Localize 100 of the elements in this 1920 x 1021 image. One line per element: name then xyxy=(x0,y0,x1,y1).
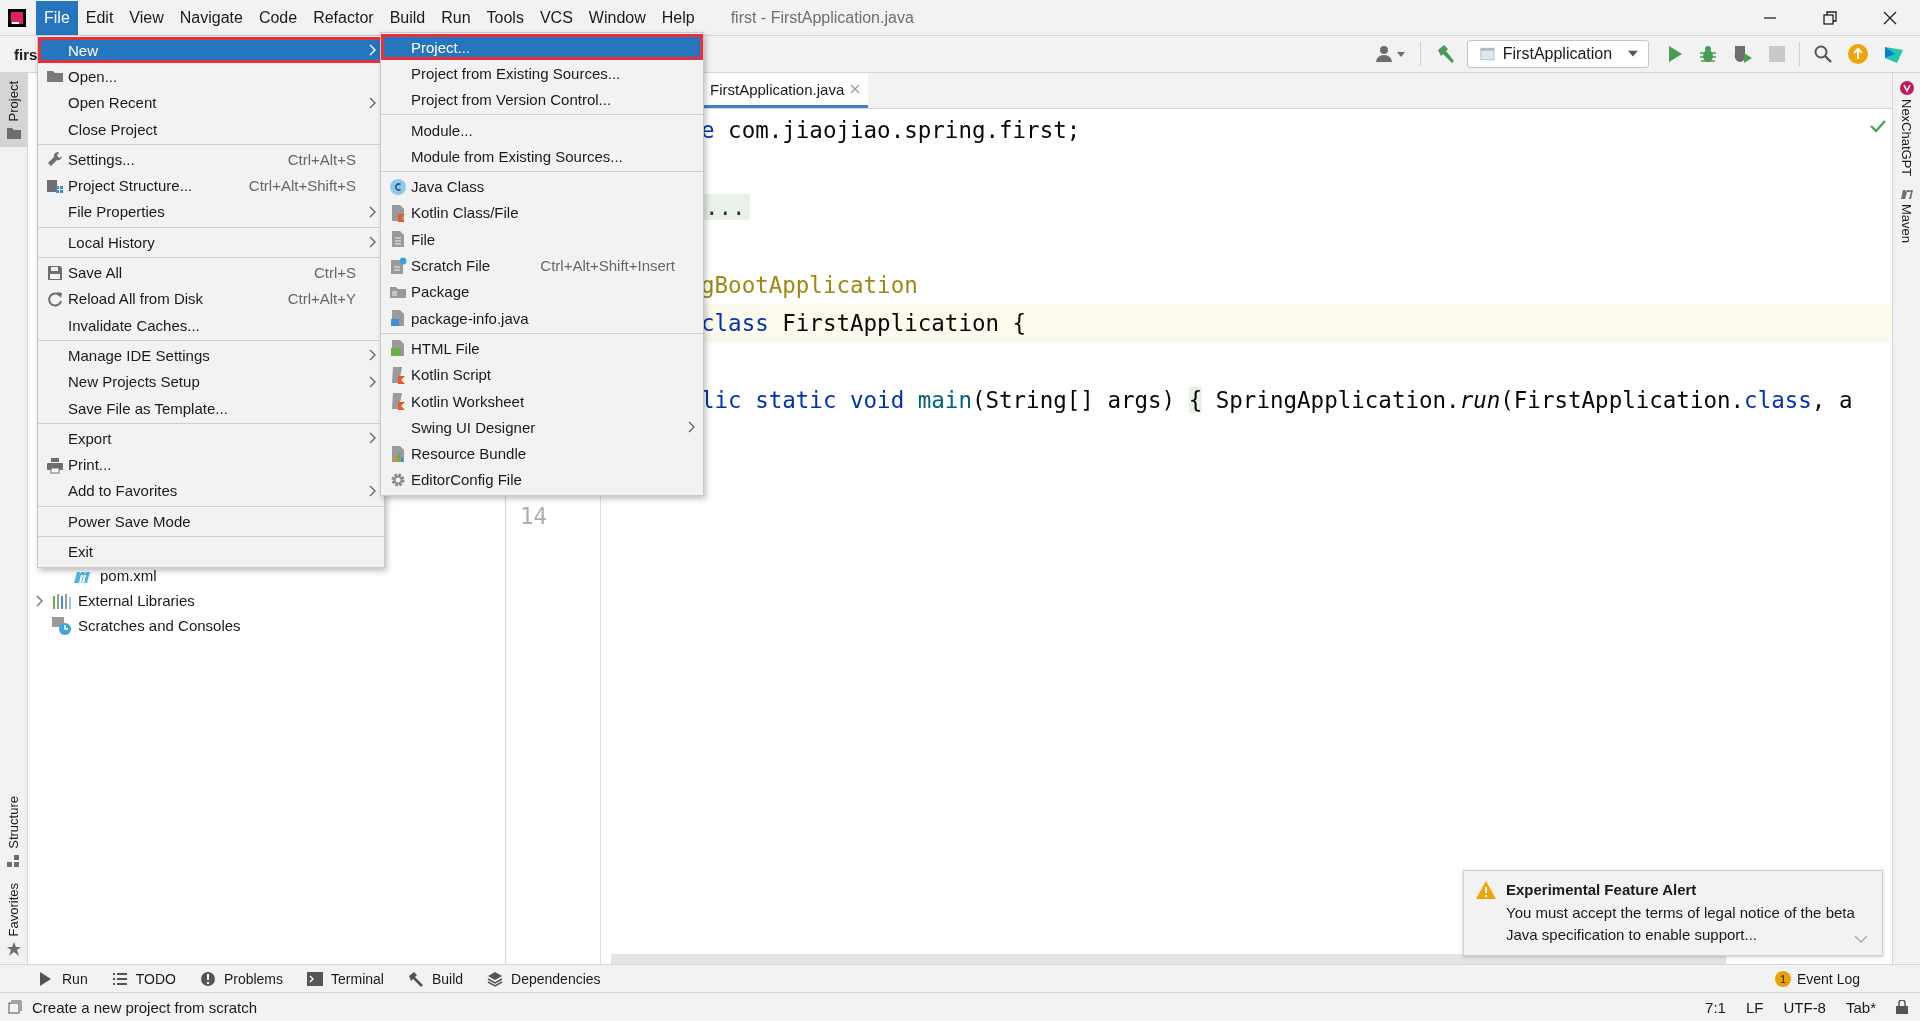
search-icon[interactable] xyxy=(1814,45,1832,63)
line-separator[interactable]: LF xyxy=(1745,998,1764,1016)
menu-item[interactable]: Print... xyxy=(38,451,384,478)
run-configuration-dropdown[interactable]: FirstApplication xyxy=(1467,40,1649,68)
warning-icon xyxy=(1476,881,1496,899)
menu-item[interactable]: Scratch File Ctrl+Alt+Shift+Insert xyxy=(381,252,703,279)
folded-code[interactable]: ... xyxy=(701,194,750,221)
menu-item[interactable]: Project from Existing Sources... xyxy=(381,60,703,87)
coverage-icon[interactable] xyxy=(1733,44,1753,64)
expand-icon[interactable] xyxy=(1854,935,1868,943)
menu-item[interactable]: Settings... Ctrl+Alt+S xyxy=(38,146,384,173)
menu-item[interactable]: EditorConfig File xyxy=(381,466,703,494)
menu-item[interactable]: Exit xyxy=(38,538,384,565)
notification-message: You must accept the terms of legal notice of the beta Java specification to enable support... xyxy=(1506,903,1856,945)
menu-item[interactable]: Kotlin Script xyxy=(381,361,703,388)
scrollbar[interactable] xyxy=(611,954,1726,964)
tree-item[interactable]: External Libraries xyxy=(78,592,195,609)
tool-window-tab[interactable]: Favorites xyxy=(0,874,27,964)
menu-item[interactable]: Manage IDE Settings xyxy=(38,342,384,369)
menu-item[interactable]: Save All Ctrl+S xyxy=(38,259,384,286)
menu-item[interactable]: Project from Version Control... xyxy=(381,86,703,113)
menu-item[interactable]: Kotlin Class/File xyxy=(381,199,703,227)
menu-item[interactable]: Kotlin Worksheet xyxy=(381,387,703,415)
menu-item[interactable]: VCS xyxy=(531,0,581,35)
menu-item[interactable]: Export xyxy=(38,425,384,452)
menu-item[interactable]: Swing UI Designer xyxy=(381,414,703,441)
breadcrumb[interactable]: firs xyxy=(14,45,38,63)
hammer-icon xyxy=(407,970,424,987)
menu-item[interactable]: Tools xyxy=(478,0,532,35)
tool-window-button[interactable]: Problems xyxy=(199,970,284,987)
bug-icon[interactable] xyxy=(1699,45,1717,63)
code-line: lic static void main(String[] args) { SpringApplication.run(FirstApplication.class, a xyxy=(701,387,1853,414)
library-icon xyxy=(52,591,72,610)
menu-item[interactable]: New Projects Setup xyxy=(38,368,384,395)
hammer-icon[interactable] xyxy=(1435,44,1455,64)
file-encoding[interactable]: UTF-8 xyxy=(1783,998,1826,1016)
chevron-icon[interactable] xyxy=(35,594,43,607)
menu-item[interactable]: Java Class xyxy=(381,173,703,200)
plugin-logo-icon[interactable] xyxy=(1884,44,1904,64)
tool-window-button[interactable]: Run xyxy=(38,970,88,987)
menu-item[interactable]: HTML File xyxy=(381,335,703,362)
menu-item[interactable]: Project... xyxy=(381,34,703,61)
menu-item[interactable]: Invalidate Caches... xyxy=(38,311,384,339)
menu-item[interactable]: package-info.java xyxy=(381,304,703,332)
tool-window-button[interactable]: Dependencies xyxy=(487,970,601,987)
menu-item[interactable]: Navigate xyxy=(171,0,251,35)
tool-window-button[interactable]: Build xyxy=(407,970,464,987)
caret-position[interactable]: 7:1 xyxy=(1705,998,1726,1016)
menu-item[interactable]: Package xyxy=(381,278,703,305)
resource-bundle-icon xyxy=(389,444,407,463)
java-file-icon xyxy=(389,309,407,328)
menu-item[interactable]: Close Project xyxy=(38,115,384,143)
menu-item[interactable]: File Properties xyxy=(38,198,384,226)
menu-item[interactable]: Edit xyxy=(77,0,122,35)
menu-item[interactable]: Add to Favorites xyxy=(38,477,384,505)
menu-item[interactable]: Run xyxy=(433,0,479,35)
menu-item[interactable]: Open Recent xyxy=(38,89,384,116)
update-icon[interactable] xyxy=(1848,44,1868,64)
tree-item[interactable]: pom.xml xyxy=(100,567,157,584)
window-title: first - FirstApplication.java xyxy=(730,8,914,27)
menu-item[interactable]: Window xyxy=(580,0,654,35)
scratch-file-icon xyxy=(389,256,407,275)
panel-toggle-icon[interactable] xyxy=(8,1000,22,1014)
menu-item[interactable]: Local History xyxy=(38,229,384,256)
menu-item[interactable]: Power Save Mode xyxy=(38,508,384,535)
tool-window-tab[interactable]: Maven xyxy=(1899,188,1914,244)
menu-item[interactable]: Module from Existing Sources... xyxy=(381,143,703,170)
menu-item[interactable]: Resource Bundle xyxy=(381,440,703,467)
tool-window-button[interactable]: Terminal xyxy=(307,970,384,987)
layers-icon xyxy=(487,970,504,987)
menu-item[interactable]: View xyxy=(121,0,172,35)
menu-item[interactable]: Save File as Template... xyxy=(38,394,384,422)
tool-window-tab[interactable]: Structure xyxy=(0,787,27,875)
tool-window-tab[interactable]: NexChatGPT xyxy=(1899,81,1914,177)
wrench-icon xyxy=(46,150,64,169)
editor-tab[interactable]: FirstApplication.java xyxy=(702,73,869,108)
run-configuration-name: FirstApplication xyxy=(1502,45,1613,63)
menu-item[interactable]: Project Structure... Ctrl+Alt+Shift+S xyxy=(38,172,384,199)
indent-setting[interactable]: Tab* xyxy=(1845,998,1876,1016)
menu-item[interactable]: Module... xyxy=(381,116,703,144)
reload-icon xyxy=(46,289,64,308)
menu-item[interactable]: Code xyxy=(250,0,306,35)
code-line: gBootApplication xyxy=(701,271,918,298)
restore-icon[interactable] xyxy=(1822,9,1838,26)
tool-window-tab[interactable]: Project xyxy=(0,73,27,148)
tree-item[interactable]: Scratches and Consoles xyxy=(78,617,241,634)
menu-item[interactable]: Build xyxy=(381,0,434,35)
menu-item[interactable]: Help xyxy=(653,0,703,35)
close-icon[interactable] xyxy=(1882,9,1898,26)
menu-item[interactable]: Refactor xyxy=(305,0,382,35)
run-icon[interactable] xyxy=(1667,45,1683,63)
tool-window-button[interactable]: TODO xyxy=(111,970,176,987)
menu-item[interactable]: File xyxy=(381,226,703,253)
lock-icon[interactable] xyxy=(1896,1000,1908,1014)
menu-item[interactable]: Reload All from Disk Ctrl+Alt+Y xyxy=(38,285,384,312)
event-log-button[interactable]: 1 Event Log xyxy=(1774,970,1860,987)
menu-item[interactable]: File xyxy=(36,0,78,35)
code-line: class FirstApplication { xyxy=(701,310,1027,337)
user-icon[interactable] xyxy=(1376,45,1406,63)
menu-item[interactable]: Open... xyxy=(38,63,384,90)
